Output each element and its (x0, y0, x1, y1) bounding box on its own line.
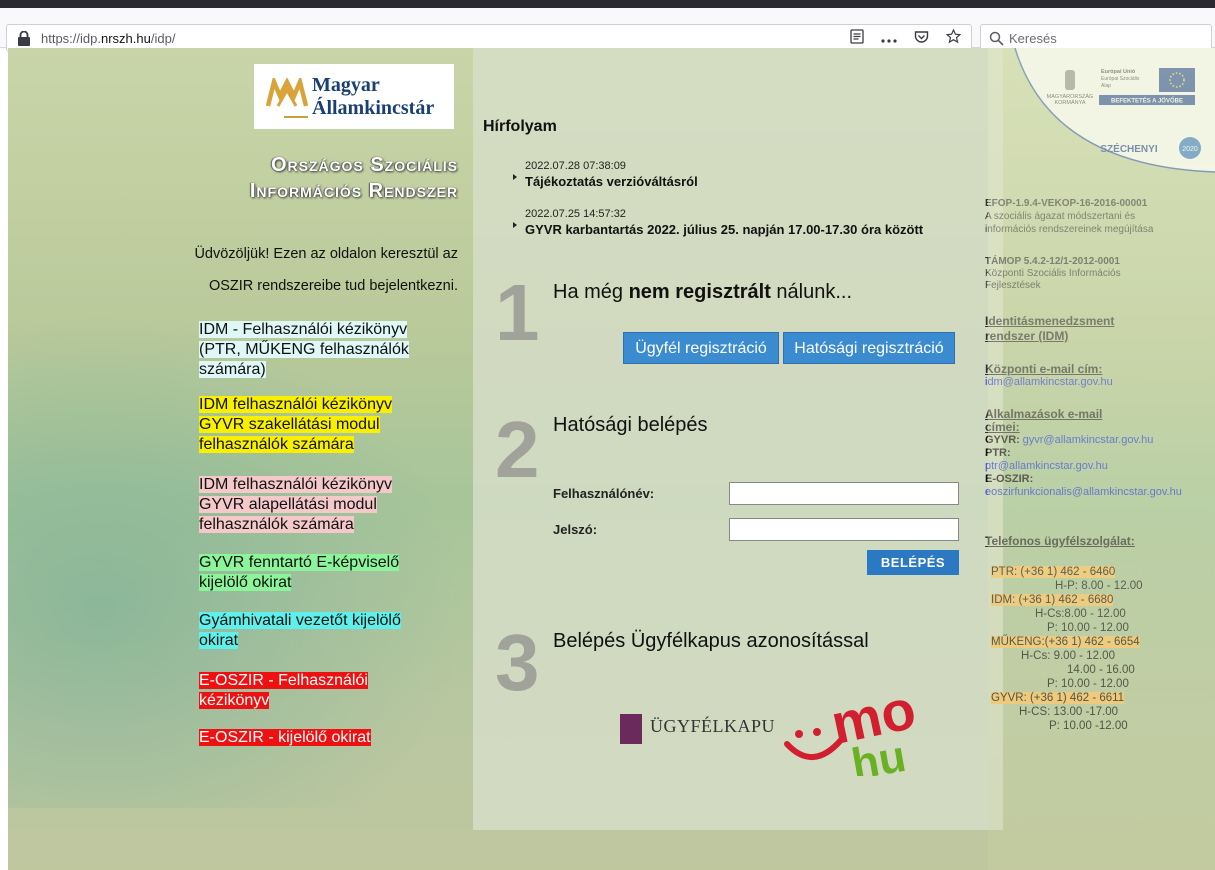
phone-line: GYVR: (+36 1) 462 - 6611 (991, 692, 1125, 704)
eoszir-email-link[interactable]: eoszirfunkcionalis@allamkincstar.gov.hu (985, 486, 1215, 499)
phone-line: H-Cs: 9.00 - 12.00 (1021, 650, 1115, 662)
ptr-email-link[interactable]: ptr@allamkincstar.gov.hu (985, 460, 1215, 473)
phone-support-heading: Telefonos ügyfélszolgálat: (985, 534, 1135, 548)
phone-line: MŰKENG:(+36 1) 462 - 6654 (991, 636, 1140, 648)
ugyfelkapu-logo-text[interactable]: ÜGYFÉLKAPU (650, 716, 775, 737)
step-number-3: 3 (495, 618, 540, 707)
svg-text:Alap: Alap (1101, 83, 1111, 89)
search-placeholder: Keresés (1009, 31, 1057, 46)
logo-text-line1: Magyar (312, 74, 380, 96)
client-registration-button[interactable]: Ügyfél regisztráció (623, 332, 779, 364)
logo-text-line2: Államkincstár (312, 97, 435, 119)
username-label: Felhasználónév: (553, 486, 655, 501)
tamop-code: TÁMOP 5.4.2-12/1-2012-0001 (985, 256, 1120, 267)
search-icon (989, 31, 1004, 46)
authority-registration-button[interactable]: Hatósági regisztráció (783, 332, 955, 364)
url-text: https://idp.nrszh.hu/idp/ (41, 31, 176, 46)
client-gate-heading: Belépés Ügyfélkapus azonosítással (553, 630, 869, 652)
lock-icon (18, 31, 30, 46)
efop-code: EFOP-1.9.4-VEKOP-16-2016-00001 (985, 198, 1148, 209)
system-title: Országos Szociális Információs Rendszer (249, 154, 458, 202)
more-actions-icon[interactable] (879, 30, 899, 47)
svg-text:Európai Unió: Európai Unió (1101, 69, 1136, 75)
login-button[interactable]: BELÉPÉS (867, 550, 959, 575)
coat-of-arms-icon (1065, 70, 1075, 90)
doc-link-idm-manual[interactable]: IDM - Felhasználói kézikönyv (PTR, MŰKEN… (198, 320, 438, 380)
step-number-1: 1 (495, 268, 540, 357)
pocket-icon[interactable] (911, 30, 931, 48)
bullet-icon (513, 174, 517, 180)
step-number-2: 2 (495, 405, 540, 494)
svg-text:Európai Szociális: Európai Szociális (1101, 76, 1140, 82)
registration-heading: Ha még nem regisztrált nálunk... (553, 281, 853, 303)
authority-login-heading: Hatósági belépés (553, 414, 708, 436)
efop-description: A szociális ágazat módszertani és inform… (985, 211, 1154, 235)
password-label: Jelszó: (553, 522, 598, 537)
allamkincstar-logo[interactable]: Magyar Államkincstár (254, 64, 454, 129)
doc-link-eoszir-manual[interactable]: E-OSZIR - Felhasználói kézikönyv (198, 671, 408, 711)
svg-text:BEFEKTETÉS A JÖVŐBE: BEFEKTETÉS A JÖVŐBE (1111, 97, 1183, 105)
welcome-text: Üdvözöljük! Ezen az oldalon keresztül az… (194, 246, 458, 294)
gyvr-email-link[interactable]: gyvr@allamkincstar.gov.hu (1023, 434, 1154, 446)
news-feed-title: Hírfolyam (483, 118, 557, 135)
main-panel: Hírfolyam 2022.07.28 07:38:09 Tájékoztat… (473, 48, 1003, 830)
reader-view-icon[interactable] (847, 29, 867, 48)
phone-line: P: 10.00 - 12.00 (1047, 622, 1129, 634)
doc-link-guardianship-leader[interactable]: Gyámhivatali vezetőt kijelölő okirat (198, 611, 438, 651)
doc-link-gyvr-basic-care[interactable]: IDM felhasználói kézikönyv GYVR alapellá… (198, 475, 423, 535)
username-input[interactable] (729, 482, 959, 505)
app-email-heading: Alkalmazások e-mail címei: (985, 407, 1103, 434)
svg-text:SZÉCHENYI: SZÉCHENYI (1100, 142, 1157, 155)
window-top-bar (0, 0, 1215, 8)
doc-link-eoszir-designation[interactable]: E-OSZIR - kijelölő okirat (198, 728, 438, 748)
phone-line: IDM: (+36 1) 462 - 6680 (991, 594, 1114, 606)
szechenyi-2020-badge: MAGYARORSZÁG KORMÁNYA Európai Unió Európ… (1014, 48, 1215, 173)
browser-toolbar: https://idp.nrszh.hu/idp/ Keresés (0, 8, 1215, 52)
url-actions (847, 28, 963, 48)
phone-line: P: 10.00 - 12.00 (1047, 678, 1129, 690)
idm-system-link[interactable]: Identitásmenedzsment rendszer (IDM) (985, 314, 1160, 344)
central-email-link[interactable]: idm@allamkincstar.gov.hu (985, 376, 1215, 388)
page-content: Magyar Államkincstár Országos Szociális … (8, 48, 1215, 870)
doc-link-gyvr-special-care[interactable]: IDM felhasználói kézikönyv GYVR szakellá… (198, 395, 428, 455)
svg-text:MAGYARORSZÁG: MAGYARORSZÁG (1047, 93, 1094, 100)
news-item[interactable]: 2022.07.25 14:57:32 GYVR karbantartás 20… (513, 208, 923, 237)
phone-line: H-P: 8.00 - 12.00 (1055, 580, 1143, 592)
doc-link-gyvr-representative[interactable]: GYVR fenntartó E-képviselő kijelölő okir… (198, 553, 438, 593)
ugyfelkapu-logo-square (620, 714, 642, 744)
phone-line: H-Cs:8.00 - 12.00 (1035, 608, 1126, 620)
news-item[interactable]: 2022.07.28 07:38:09 Tájékoztatás verzióv… (513, 160, 698, 189)
password-input[interactable] (729, 518, 959, 541)
phone-line: PTR: (+36 1) 462 - 6460 (991, 566, 1116, 578)
mohu-logo-icon[interactable]: mo hu (773, 676, 923, 776)
eu-flag-icon (1159, 68, 1195, 92)
bookmark-star-icon[interactable] (943, 28, 963, 48)
svg-text:2020: 2020 (1182, 146, 1198, 153)
bullet-icon (513, 222, 517, 228)
tamop-description: Központi Szociális Információs Fejleszté… (985, 268, 1121, 291)
svg-text:KORMÁNYA: KORMÁNYA (1054, 99, 1085, 106)
logo-stripe (284, 116, 308, 118)
phone-line: 14.00 - 16.00 (1067, 664, 1135, 676)
central-email-heading: Központi e-mail cím: (985, 362, 1103, 376)
phone-line: H-CS: 13.00 -17.00 (1019, 706, 1119, 718)
allamkincstar-mark-icon (266, 78, 308, 107)
phone-line: P: 10.00 -12.00 (1049, 720, 1128, 732)
